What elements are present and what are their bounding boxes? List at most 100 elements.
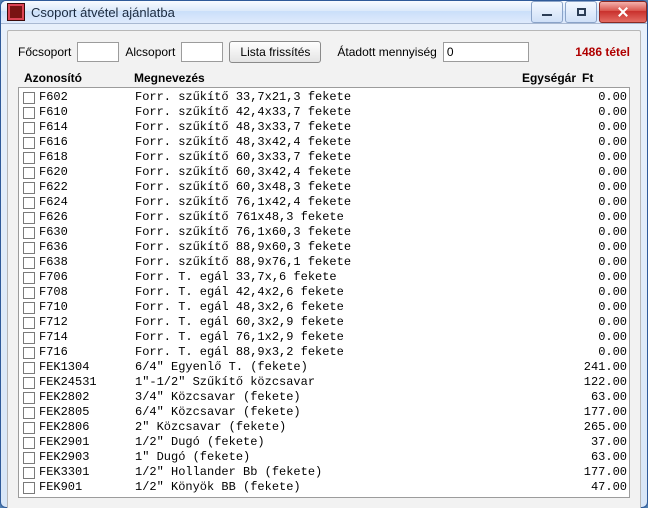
- table-row[interactable]: F622Forr. szűkítő 60,3x48,3 fekete0.00: [23, 180, 627, 195]
- cell-name: 1/2" Könyök BB (fekete): [135, 480, 557, 495]
- maximize-button[interactable]: [565, 1, 597, 23]
- table-row[interactable]: F638Forr. szűkítő 88,9x76,1 fekete0.00: [23, 255, 627, 270]
- row-checkbox[interactable]: [23, 467, 35, 479]
- cell-name: 6/4" Egyenlő T. (fekete): [135, 360, 557, 375]
- atadott-input[interactable]: [443, 42, 529, 62]
- row-checkbox[interactable]: [23, 317, 35, 329]
- table-row[interactable]: F710Forr. T. egál 48,3x2,6 fekete0.00: [23, 300, 627, 315]
- cell-name: Forr. szűkítő 88,9x76,1 fekete: [135, 255, 557, 270]
- cell-name: Forr. szűkítő 42,4x33,7 fekete: [135, 105, 557, 120]
- list-area: Azonosító Megnevezés Egységár Ft F602For…: [18, 71, 630, 498]
- table-row[interactable]: FEK28062" Közcsavar (fekete)265.00: [23, 420, 627, 435]
- cell-name: 1" Dugó (fekete): [135, 450, 557, 465]
- cell-name: Forr. T. egál 48,3x2,6 fekete: [135, 300, 557, 315]
- cell-id: F602: [39, 90, 135, 105]
- cell-name: Forr. szűkítő 33,7x21,3 fekete: [135, 90, 557, 105]
- table-row[interactable]: FEK33011/2" Hollander Bb (fekete)177.00: [23, 465, 627, 480]
- cell-id: FEK2802: [39, 390, 135, 405]
- cell-id: F714: [39, 330, 135, 345]
- row-checkbox[interactable]: [23, 437, 35, 449]
- row-checkbox[interactable]: [23, 182, 35, 194]
- cell-id: FEK2903: [39, 450, 135, 465]
- row-checkbox[interactable]: [23, 407, 35, 419]
- row-checkbox[interactable]: [23, 482, 35, 494]
- table-row[interactable]: FEK29031" Dugó (fekete)63.00: [23, 450, 627, 465]
- row-checkbox[interactable]: [23, 332, 35, 344]
- cell-price: 0.00: [557, 255, 627, 270]
- table-row[interactable]: F714Forr. T. egál 76,1x2,9 fekete0.00: [23, 330, 627, 345]
- row-checkbox[interactable]: [23, 137, 35, 149]
- cell-id: F716: [39, 345, 135, 360]
- row-checkbox[interactable]: [23, 377, 35, 389]
- table-row[interactable]: FEK13046/4" Egyenlő T. (fekete)241.00: [23, 360, 627, 375]
- row-checkbox[interactable]: [23, 197, 35, 209]
- cell-price: 37.00: [557, 435, 627, 450]
- table-row[interactable]: FEK9011/2" Könyök BB (fekete)47.00: [23, 480, 627, 495]
- cell-name: Forr. szűkítő 761x48,3 fekete: [135, 210, 557, 225]
- cell-price: 0.00: [557, 315, 627, 330]
- cell-price: 122.00: [557, 375, 627, 390]
- cell-price: 47.00: [557, 480, 627, 495]
- table-row[interactable]: F616Forr. szűkítő 48,3x42,4 fekete0.00: [23, 135, 627, 150]
- cell-price: 63.00: [557, 450, 627, 465]
- focsoport-input[interactable]: [77, 42, 119, 62]
- close-button[interactable]: [599, 1, 647, 23]
- alcsoport-input[interactable]: [181, 42, 223, 62]
- table-row[interactable]: F602Forr. szűkítő 33,7x21,3 fekete0.00: [23, 90, 627, 105]
- cell-price: 0.00: [557, 270, 627, 285]
- row-checkbox[interactable]: [23, 272, 35, 284]
- cell-price: 241.00: [557, 360, 627, 375]
- cell-price: 0.00: [557, 150, 627, 165]
- filter-bar: Főcsoport Alcsoport Lista frissítés Átad…: [18, 41, 630, 63]
- table-row[interactable]: F636Forr. szűkítő 88,9x60,3 fekete0.00: [23, 240, 627, 255]
- row-checkbox[interactable]: [23, 152, 35, 164]
- row-checkbox[interactable]: [23, 362, 35, 374]
- minimize-button[interactable]: [531, 1, 563, 23]
- row-checkbox[interactable]: [23, 452, 35, 464]
- row-checkbox[interactable]: [23, 257, 35, 269]
- table-row[interactable]: F712Forr. T. egál 60,3x2,9 fekete0.00: [23, 315, 627, 330]
- table-row[interactable]: FEK28023/4" Közcsavar (fekete)63.00: [23, 390, 627, 405]
- table-row[interactable]: F610Forr. szűkítő 42,4x33,7 fekete0.00: [23, 105, 627, 120]
- cell-name: Forr. T. egál 42,4x2,6 fekete: [135, 285, 557, 300]
- table-row[interactable]: FEK29011/2" Dugó (fekete)37.00: [23, 435, 627, 450]
- cell-id: FEK2805: [39, 405, 135, 420]
- cell-id: F620: [39, 165, 135, 180]
- cell-id: FEK2901: [39, 435, 135, 450]
- row-checkbox[interactable]: [23, 227, 35, 239]
- cell-price: 0.00: [557, 345, 627, 360]
- table-row[interactable]: F618Forr. szűkítő 60,3x33,7 fekete0.00: [23, 150, 627, 165]
- table-row[interactable]: F706Forr. T. egál 33,7x,6 fekete0.00: [23, 270, 627, 285]
- row-checkbox[interactable]: [23, 422, 35, 434]
- cell-id: F638: [39, 255, 135, 270]
- row-checkbox[interactable]: [23, 167, 35, 179]
- titlebar[interactable]: Csoport átvétel ajánlatba: [1, 1, 647, 24]
- table-row[interactable]: FEK245311"-1/2" Szűkítő közcsavar122.00: [23, 375, 627, 390]
- table-row[interactable]: F626Forr. szűkítő 761x48,3 fekete0.00: [23, 210, 627, 225]
- row-checkbox[interactable]: [23, 92, 35, 104]
- table-row[interactable]: F624Forr. szűkítő 76,1x42,4 fekete0.00: [23, 195, 627, 210]
- cell-id: F622: [39, 180, 135, 195]
- cell-price: 0.00: [557, 300, 627, 315]
- row-checkbox[interactable]: [23, 212, 35, 224]
- cell-price: 0.00: [557, 285, 627, 300]
- table-row[interactable]: F716Forr. T. egál 88,9x3,2 fekete0.00: [23, 345, 627, 360]
- row-checkbox[interactable]: [23, 302, 35, 314]
- lista-frissites-button[interactable]: Lista frissítés: [229, 41, 321, 63]
- cell-name: 6/4" Közcsavar (fekete): [135, 405, 557, 420]
- list-body[interactable]: F602Forr. szűkítő 33,7x21,3 fekete0.00F6…: [18, 87, 630, 498]
- row-checkbox[interactable]: [23, 287, 35, 299]
- row-checkbox[interactable]: [23, 242, 35, 254]
- row-checkbox[interactable]: [23, 347, 35, 359]
- row-checkbox[interactable]: [23, 392, 35, 404]
- table-row[interactable]: F620Forr. szűkítő 60,3x42,4 fekete0.00: [23, 165, 627, 180]
- cell-price: 0.00: [557, 90, 627, 105]
- table-row[interactable]: F614Forr. szűkítő 48,3x33,7 fekete0.00: [23, 120, 627, 135]
- row-checkbox[interactable]: [23, 122, 35, 134]
- table-row[interactable]: F630Forr. szűkítő 76,1x60,3 fekete0.00: [23, 225, 627, 240]
- table-row[interactable]: F708Forr. T. egál 42,4x2,6 fekete0.00: [23, 285, 627, 300]
- row-checkbox[interactable]: [23, 107, 35, 119]
- alcsoport-label: Alcsoport: [125, 45, 175, 59]
- cell-name: 1/2" Hollander Bb (fekete): [135, 465, 557, 480]
- table-row[interactable]: FEK28056/4" Közcsavar (fekete)177.00: [23, 405, 627, 420]
